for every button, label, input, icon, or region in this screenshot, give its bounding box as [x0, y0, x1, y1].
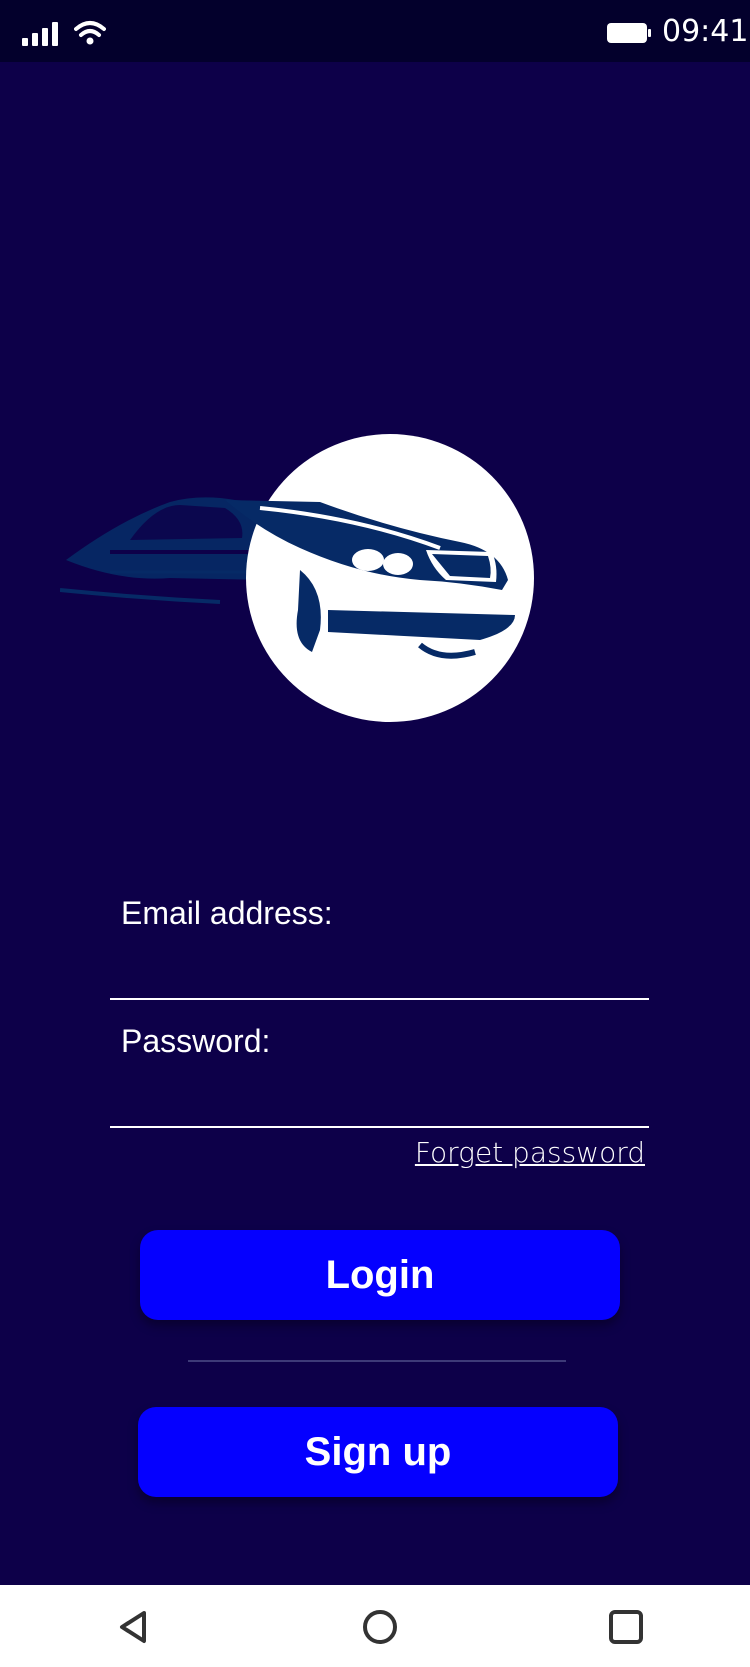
wifi-icon — [74, 21, 106, 45]
navigation-bar — [0, 1585, 750, 1667]
divider — [188, 1360, 566, 1362]
login-button[interactable]: Login — [140, 1230, 620, 1320]
recent-apps-icon[interactable] — [606, 1607, 646, 1647]
status-bar: 09:41 — [0, 0, 750, 62]
battery-icon — [607, 23, 651, 43]
back-icon[interactable] — [114, 1607, 154, 1647]
signup-button[interactable]: Sign up — [138, 1407, 618, 1497]
email-label: Email address: — [121, 895, 333, 931]
home-icon[interactable] — [360, 1607, 400, 1647]
forget-password-link[interactable]: Forget password — [415, 1136, 645, 1169]
password-label: Password: — [121, 1023, 271, 1059]
password-field[interactable] — [110, 1068, 649, 1128]
email-field[interactable] — [110, 940, 649, 1000]
status-time: 09:41 — [662, 14, 749, 49]
signal-icon — [22, 22, 58, 46]
car-logo-icon — [60, 434, 534, 722]
